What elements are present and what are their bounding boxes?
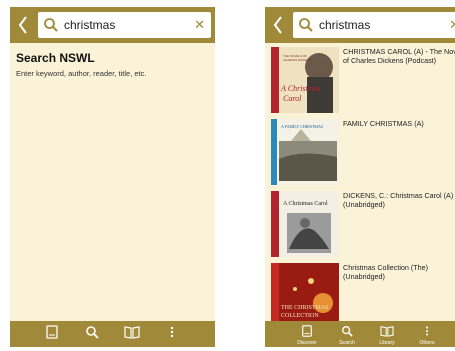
- book-icon: [302, 325, 312, 337]
- result-item[interactable]: A Christmas Carol DICKENS, C.: Christmas…: [267, 189, 455, 259]
- result-title: CHRISTMAS CAROL (A) - The Novels of Char…: [343, 47, 455, 65]
- search-screen: christmas ✕ Search NSWL Enter keyword, a…: [10, 7, 215, 347]
- svg-text:CHARLES DICKENS: CHARLES DICKENS: [283, 58, 311, 62]
- more-icon: [425, 326, 429, 336]
- book-cover: THE NOVELS OF CHARLES DICKENS A Christma…: [271, 47, 339, 113]
- bottom-tab-bar: Discover Search Library Others: [265, 321, 455, 347]
- tab-discover[interactable]: Discover: [287, 321, 327, 347]
- tab-label: Others: [419, 340, 435, 346]
- svg-text:A Christmas: A Christmas: [280, 84, 321, 93]
- back-button[interactable]: [10, 7, 36, 43]
- tab-search[interactable]: [72, 321, 112, 347]
- search-icon: [86, 326, 99, 339]
- result-item[interactable]: A FAMILY CHRISTMAS FAMILY CHRISTMAS (A): [267, 117, 455, 187]
- clear-search-button[interactable]: ✕: [449, 12, 455, 38]
- open-book-icon: [380, 326, 394, 337]
- search-input[interactable]: christmas ✕: [38, 12, 211, 38]
- chevron-left-icon: [18, 16, 27, 34]
- svg-text:THE CHRISTMAS: THE CHRISTMAS: [281, 305, 329, 311]
- tab-discover[interactable]: [32, 321, 72, 347]
- bottom-tab-bar: [10, 321, 215, 347]
- result-title: FAMILY CHRISTMAS (A): [343, 119, 424, 128]
- book-cover: A Christmas Carol: [271, 191, 339, 257]
- page-title: Search NSWL: [16, 51, 95, 65]
- chevron-left-icon: [273, 16, 282, 34]
- result-item[interactable]: THE NOVELS OF CHARLES DICKENS A Christma…: [267, 45, 455, 115]
- tab-library[interactable]: Library: [367, 321, 407, 347]
- result-item[interactable]: THE CHRISTMAS COLLECTION Christmas Colle…: [267, 261, 455, 321]
- clear-search-button[interactable]: ✕: [194, 12, 205, 38]
- search-header: christmas ✕: [10, 7, 215, 43]
- search-icon: [44, 18, 58, 32]
- book-cover: A FAMILY CHRISTMAS: [271, 119, 339, 185]
- tab-label: Search: [339, 340, 355, 346]
- svg-text:A FAMILY CHRISTMAS: A FAMILY CHRISTMAS: [281, 124, 323, 129]
- results-list: THE NOVELS OF CHARLES DICKENS A Christma…: [265, 45, 455, 321]
- tab-search[interactable]: Search: [327, 321, 367, 347]
- result-title: Christmas Collection (The) (Unabridged): [343, 263, 429, 281]
- search-header: christmas ✕: [265, 7, 455, 43]
- tab-label: Discover: [297, 340, 317, 346]
- tab-others[interactable]: Others: [407, 321, 447, 347]
- results-screen: christmas ✕ THE NOVELS OF CHARLES DICKEN…: [265, 7, 455, 347]
- book-cover: THE CHRISTMAS COLLECTION: [271, 263, 339, 321]
- svg-text:A Christmas Carol: A Christmas Carol: [283, 201, 328, 207]
- search-query[interactable]: christmas: [64, 12, 189, 38]
- svg-text:Carol: Carol: [283, 94, 302, 103]
- search-icon: [342, 326, 353, 337]
- open-book-icon: [124, 326, 140, 339]
- search-icon: [299, 18, 313, 32]
- search-hint: Enter keyword, author, reader, title, et…: [16, 69, 147, 78]
- result-title: DICKENS, C.: Christmas Carol (A) (Unabri…: [343, 191, 454, 209]
- search-input[interactable]: christmas ✕: [293, 12, 455, 38]
- tab-library[interactable]: [112, 321, 152, 347]
- svg-text:COLLECTION: COLLECTION: [281, 313, 319, 319]
- tab-others[interactable]: [152, 321, 192, 347]
- back-button[interactable]: [265, 7, 291, 43]
- tab-label: Library: [379, 340, 395, 346]
- more-icon: [170, 326, 174, 338]
- search-query[interactable]: christmas: [319, 12, 444, 38]
- book-icon: [46, 325, 58, 339]
